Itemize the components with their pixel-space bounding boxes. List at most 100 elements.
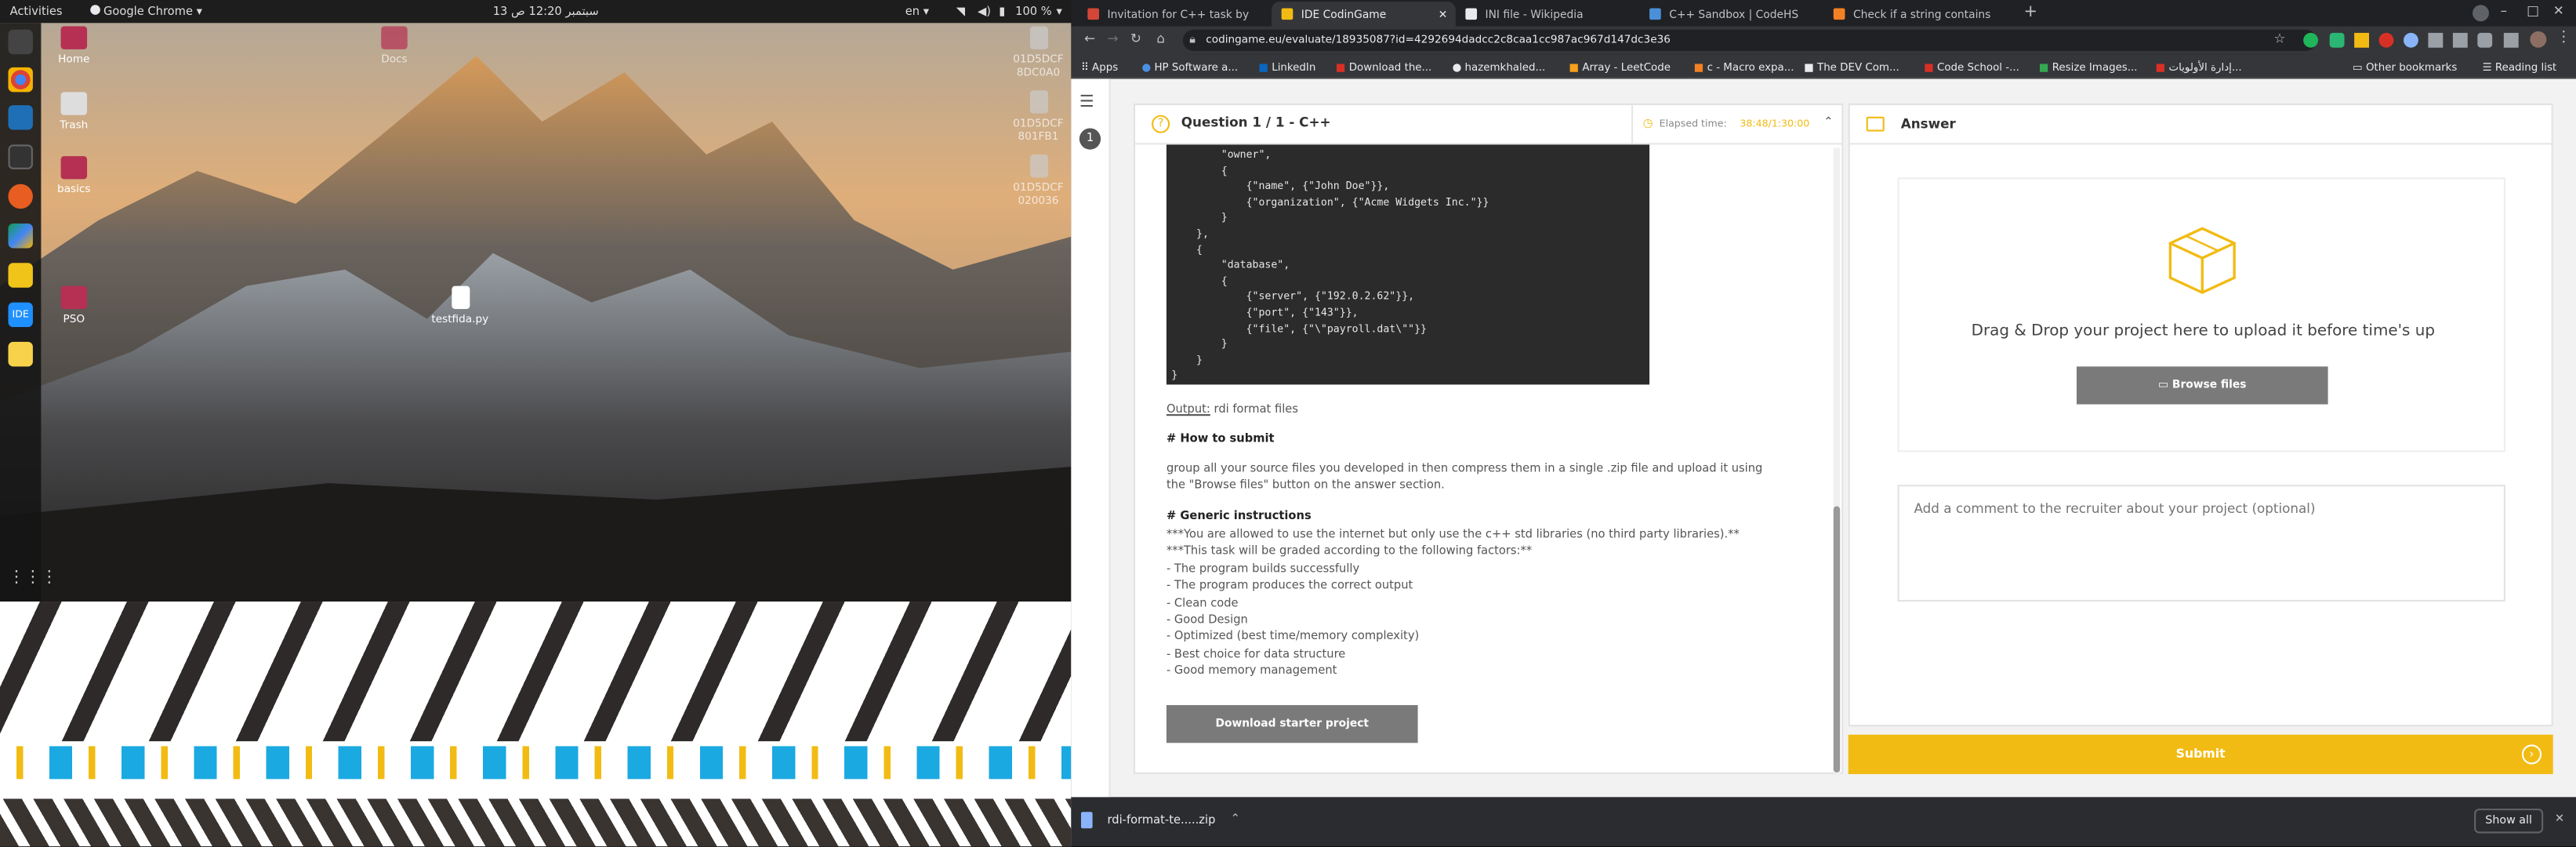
desktop-icon-pso[interactable]: PSO <box>41 285 107 325</box>
bookmark-reading-list[interactable]: ☰ Reading list <box>2483 61 2557 75</box>
bookmark-hazem[interactable]: ● hazemkhaled... <box>1453 61 1546 75</box>
back-icon[interactable]: ← <box>1084 31 1095 46</box>
tab-codingame[interactable]: IDE CodinGame ✕ <box>1272 2 1456 27</box>
chrome-icon[interactable] <box>8 67 33 93</box>
bookmark-resize[interactable]: ■ Resize Images... <box>2039 61 2138 75</box>
trash-icon <box>60 92 88 115</box>
forward-icon[interactable]: → <box>1108 31 1119 46</box>
close-download-shelf-icon[interactable]: ✕ <box>2555 812 2564 825</box>
battery-icon[interactable]: ▮ <box>999 5 1005 18</box>
wifi-icon[interactable]: ◥ <box>956 5 965 18</box>
media-icon[interactable] <box>2503 32 2519 48</box>
bookmark-label: Other bookmarks <box>2365 60 2458 75</box>
bookmark-apps[interactable]: ⠿ Apps <box>1081 61 1118 75</box>
show-all-downloads-button[interactable]: Show all <box>2474 809 2544 834</box>
desktop-icon-testfida[interactable]: testfida.py <box>424 285 496 325</box>
close-window-icon[interactable]: ✕ <box>2553 3 2564 18</box>
extension-window-icon[interactable] <box>2452 32 2468 48</box>
tab-codehs[interactable]: C++ Sandbox | CodeHS <box>1640 2 1824 26</box>
recruiter-comment-textarea[interactable] <box>1897 485 2505 602</box>
files-icon[interactable] <box>8 29 33 55</box>
instruction-line: - The program builds successfully <box>1166 562 1360 576</box>
reload-icon[interactable]: ↻ <box>1130 31 1141 46</box>
volume-icon[interactable]: ◀) <box>978 5 991 18</box>
extension-box-icon[interactable] <box>2428 32 2444 48</box>
code-line: } <box>1171 213 1228 224</box>
extensions-puzzle-icon[interactable] <box>2477 32 2493 48</box>
desktop-icon-label: basics <box>57 182 91 196</box>
terminal-icon[interactable] <box>8 144 33 169</box>
extension-pen-icon[interactable] <box>2354 32 2369 48</box>
drive-icon[interactable] <box>8 224 33 249</box>
browse-files-button[interactable]: ▭ Browse files <box>2076 366 2328 405</box>
desktop-icon-home[interactable]: Home <box>41 26 107 66</box>
download-item-chevron-icon[interactable]: ⌃ <box>1231 812 1240 825</box>
tab-stackoverflow[interactable]: Check if a string contains <box>1823 2 2011 26</box>
browse-files-label: Browse files <box>2171 378 2247 391</box>
folder-outline-icon: ▭ <box>2158 378 2172 391</box>
desktop-icon-basics[interactable]: basics <box>41 156 107 195</box>
extension-translate-icon[interactable] <box>2404 32 2418 48</box>
tab-wikipedia[interactable]: INI file - Wikipedia <box>1456 2 1640 26</box>
drive-icon-3[interactable]: 01D5DCF 020036 <box>1006 154 1072 207</box>
bookmark-linkedin[interactable]: ■ LinkedIn <box>1258 61 1315 75</box>
bookmark-download[interactable]: ■ Download the... <box>1336 61 1432 75</box>
answer-box-icon <box>1866 116 1885 132</box>
maximize-icon[interactable]: □ <box>2527 3 2539 18</box>
bookmark-codeschool[interactable]: ■ Code School -... <box>1924 61 2019 75</box>
postman-icon[interactable] <box>8 184 33 209</box>
zip-file-icon <box>1080 812 1093 829</box>
home-icon[interactable]: ⌂ <box>1156 31 1165 46</box>
url-input[interactable]: 🔒︎ codingame.eu/evaluate/18935087?id=4292… <box>1182 29 2317 51</box>
bookmark-hp[interactable]: ● HP Software a... <box>1142 61 1239 75</box>
bookmark-arabic[interactable]: ■ إدارة الأولويات... <box>2156 61 2242 75</box>
desktop-icon-docs[interactable]: Docs <box>361 26 427 66</box>
show-apps-icon[interactable]: ⋮⋮⋮ <box>8 569 57 593</box>
submit-button[interactable]: Submit › <box>1848 734 2553 775</box>
bookmark-leetcode[interactable]: ■ Array - LeetCode <box>1569 61 1671 75</box>
system-menu-chevron-icon[interactable]: ▾ <box>1057 5 1062 18</box>
extension-grammarly-icon[interactable] <box>2303 32 2319 48</box>
gitkraken-icon[interactable] <box>8 263 33 288</box>
question-number-badge[interactable]: 1 <box>1079 128 1101 150</box>
code-line: }, <box>1171 228 1209 240</box>
ide-icon[interactable]: IDE <box>8 302 33 328</box>
notes-icon[interactable] <box>8 341 33 367</box>
bookmark-other[interactable]: ▭ Other bookmarks <box>2353 61 2457 75</box>
disk-icon <box>1029 90 1048 114</box>
extension-shield-icon[interactable] <box>2329 32 2345 48</box>
language-indicator[interactable]: en ▾ <box>905 5 929 18</box>
code-line: } <box>1171 354 1203 366</box>
drive-icon-2[interactable]: 01D5DCF 801FB1 <box>1006 90 1072 143</box>
collapse-chevron-icon[interactable]: ⌃ <box>1823 115 1833 129</box>
bookmark-dev[interactable]: ■ The DEV Com... <box>1804 61 1899 75</box>
download-item[interactable]: rdi-format-te.....zip <box>1108 813 1216 827</box>
app-menu[interactable]: Google Chrome ▾ <box>90 5 202 18</box>
code-line: {"organization", {"Acme Widgets Inc."}} <box>1171 197 1489 209</box>
code-line: {"port", {"143"}}, <box>1171 307 1359 319</box>
hamburger-menu-icon[interactable]: ☰ <box>1079 93 1094 111</box>
new-tab-plus-icon[interactable]: + <box>2021 3 2041 23</box>
vscode-icon[interactable] <box>8 105 33 130</box>
desktop-icon-trash[interactable]: Trash <box>41 92 107 132</box>
profile-avatar-icon[interactable] <box>2530 31 2547 48</box>
code-line: { <box>1171 244 1203 256</box>
minimize-icon[interactable]: – <box>2501 3 2507 18</box>
tab-close-icon[interactable]: ✕ <box>1439 7 1448 20</box>
elapsed-timer[interactable]: ◷ Elapsed time: 38:48/1:30:00 ⌃ <box>1631 105 1841 145</box>
bookmark-macro[interactable]: ■ c - Macro expa... <box>1694 61 1794 75</box>
download-starter-project-button[interactable]: Download starter project <box>1166 705 1418 743</box>
instruction-line: - Good Design <box>1166 613 1248 627</box>
drop-zone[interactable]: Drag & Drop your project here to upload … <box>1897 177 2505 453</box>
tab-invitation[interactable]: Invitation for C++ task by <box>1078 2 1275 26</box>
chrome-menu-icon[interactable]: ⋮ <box>2556 30 2571 46</box>
extension-record-icon[interactable] <box>2378 32 2394 48</box>
activities-button[interactable]: Activities <box>10 5 63 18</box>
clock[interactable]: 13 سبتمبر 12:20 ص <box>493 5 599 18</box>
scrollbar-thumb[interactable] <box>1833 506 1841 772</box>
scrollbar-track[interactable] <box>1833 147 1841 776</box>
tab-search-icon[interactable] <box>2473 5 2489 22</box>
bookmark-star-icon[interactable]: ☆ <box>2273 31 2285 46</box>
bookmark-label: The DEV Com... <box>1817 60 1899 75</box>
drive-icon-1[interactable]: 01D5DCF 8DC0A0 <box>1006 26 1072 79</box>
